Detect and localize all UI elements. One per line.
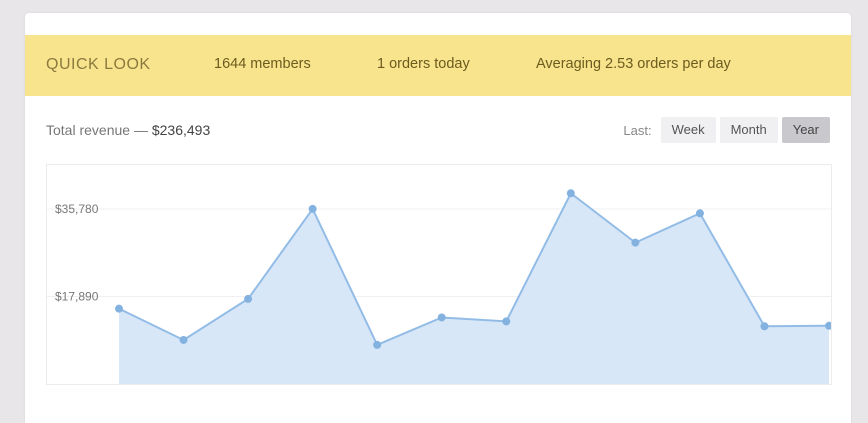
- revenue-chart-svg: $17,890 $35,780: [47, 189, 833, 384]
- data-point[interactable]: [115, 304, 123, 313]
- total-revenue-label: Total revenue —: [46, 122, 148, 138]
- data-point[interactable]: [308, 204, 317, 213]
- range-week-button[interactable]: Week: [660, 117, 716, 143]
- orders-average: Averaging 2.53 orders per day: [536, 56, 731, 72]
- data-point[interactable]: [631, 238, 640, 247]
- members-count: 1644 members: [214, 56, 311, 72]
- orders-today: 1 orders today: [377, 56, 470, 72]
- range-year-button[interactable]: Year: [781, 117, 830, 143]
- quick-look-title: QUICK LOOK: [46, 56, 151, 73]
- range-month-button[interactable]: Month: [719, 117, 778, 143]
- time-range-selector: Last: Week Month Year: [623, 117, 830, 143]
- data-point[interactable]: [695, 209, 704, 218]
- revenue-chart: $17,890 $35,780: [46, 164, 833, 385]
- data-point[interactable]: [437, 313, 446, 322]
- quick-look-banner: QUICK LOOK 1644 members 1 orders today A…: [25, 35, 851, 96]
- y-tick-label: $35,780: [55, 202, 99, 216]
- data-point[interactable]: [373, 340, 382, 349]
- y-tick-label: $17,890: [55, 290, 99, 304]
- quick-look-card: QUICK LOOK 1644 members 1 orders today A…: [25, 13, 851, 423]
- data-point[interactable]: [502, 317, 511, 326]
- time-range-label: Last:: [623, 122, 652, 138]
- total-revenue: Total revenue — $236,493: [46, 122, 210, 138]
- data-point[interactable]: [760, 322, 769, 331]
- data-point[interactable]: [566, 189, 575, 198]
- total-revenue-amount: $236,493: [151, 122, 211, 138]
- series-area: [119, 193, 829, 384]
- data-point[interactable]: [244, 294, 253, 303]
- data-point[interactable]: [179, 335, 188, 344]
